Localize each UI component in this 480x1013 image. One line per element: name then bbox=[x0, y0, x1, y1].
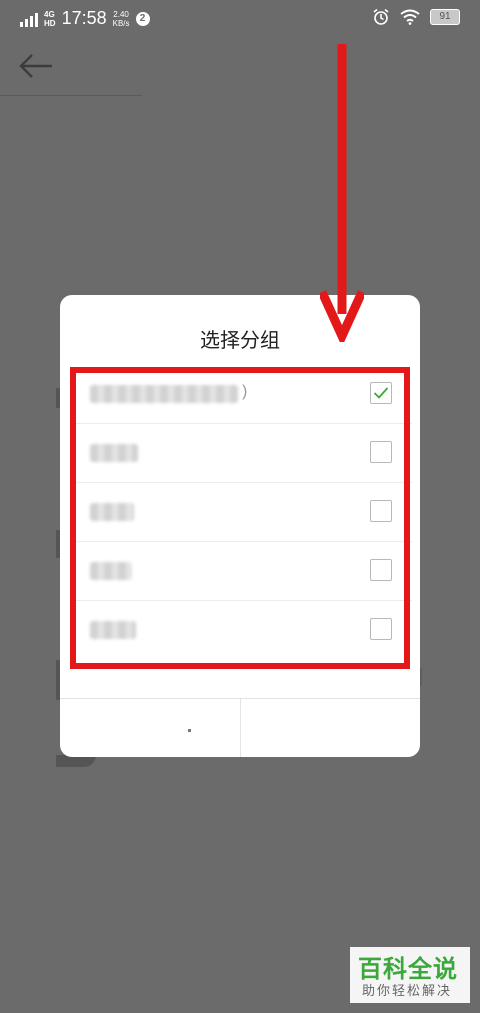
network-type: 4G HD bbox=[44, 10, 56, 28]
battery-indicator: 91 bbox=[430, 9, 460, 25]
dialog-footer bbox=[60, 698, 420, 757]
signal-icon bbox=[20, 12, 38, 27]
button-label-fragment bbox=[188, 729, 191, 732]
network-label: 4G bbox=[44, 9, 55, 19]
wifi-icon bbox=[400, 9, 420, 25]
back-arrow-icon[interactable] bbox=[18, 52, 54, 80]
cancel-button[interactable] bbox=[60, 699, 241, 757]
status-bar: 4G HD 17:58 2.40 KB/s 2 91 bbox=[0, 0, 480, 36]
red-highlight-box bbox=[70, 367, 410, 669]
speed-value: 2.40 bbox=[113, 9, 129, 19]
header-divider bbox=[0, 95, 142, 96]
clock: 17:58 bbox=[61, 8, 107, 28]
alarm-icon bbox=[373, 8, 389, 25]
confirm-button[interactable] bbox=[241, 699, 420, 757]
background-text bbox=[120, 755, 230, 769]
notification-badge: 2 bbox=[135, 11, 150, 26]
watermark: 百科全说 助你轻松解决 bbox=[350, 947, 470, 1003]
red-down-arrow-icon bbox=[320, 44, 364, 342]
watermark-subtitle: 助你轻松解决 bbox=[362, 984, 453, 999]
dialog-title: 选择分组 bbox=[200, 330, 280, 352]
network-sub-label: HD bbox=[44, 18, 56, 28]
network-speed: 2.40 KB/s bbox=[113, 10, 130, 28]
speed-unit: KB/s bbox=[112, 18, 130, 28]
watermark-logo: 百科全说 bbox=[358, 955, 458, 983]
